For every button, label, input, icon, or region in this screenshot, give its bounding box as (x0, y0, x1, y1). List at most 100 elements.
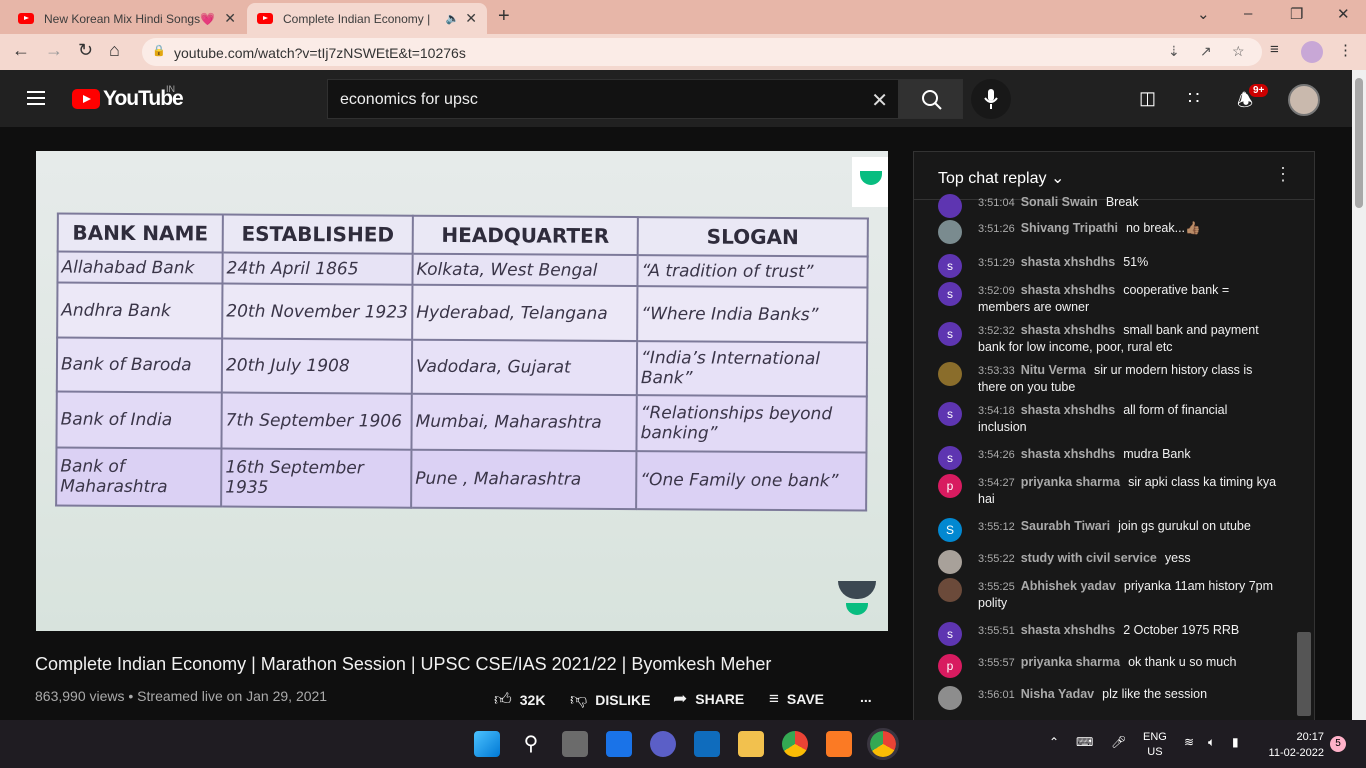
share-button[interactable]: ➦ SHARE (673, 689, 744, 709)
page-scrollbar[interactable] (1352, 70, 1366, 720)
chat-author[interactable]: shasta xhshdhs (1021, 447, 1115, 461)
like-button[interactable]: 👍︎ 32K (494, 689, 545, 710)
chat-message[interactable]: 3:55:25 Abhishek yadav priyanka 11am histo… (938, 578, 1278, 611)
widgets-icon[interactable] (606, 731, 632, 757)
file-explorer-icon[interactable] (738, 731, 764, 757)
dislike-button[interactable]: 👎︎ DISLIKE (570, 689, 651, 710)
chat-avatar[interactable] (938, 194, 962, 218)
url-text[interactable]: youtube.com/watch?v=tIj7zNSWEtE&t=10276s (174, 45, 466, 61)
chat-message[interactable]: s 3:52:32 shasta xhshdhs small bank and pay… (938, 322, 1278, 355)
back-icon[interactable]: ← (12, 40, 30, 61)
chat-message[interactable]: s 3:54:18 shasta xhshdhs all form of financ… (938, 402, 1278, 435)
chat-message[interactable]: s 3:54:26 shasta xhshdhs mudra Bank (938, 446, 1278, 470)
search-icon[interactable]: ⚲ (518, 731, 544, 757)
chat-author[interactable]: Sonali Swain (1021, 195, 1098, 209)
language-indicator[interactable]: ENG US (1143, 730, 1167, 760)
chat-author[interactable]: Nisha Yadav (1021, 687, 1094, 701)
tray-overflow-icon[interactable]: ⌃ (1049, 735, 1059, 749)
chat-avatar[interactable]: s (938, 622, 962, 646)
chat-author[interactable]: study with civil service (1021, 551, 1157, 565)
menu-icon[interactable] (27, 91, 45, 109)
chat-avatar[interactable]: s (938, 282, 962, 306)
address-bar[interactable]: 🔒 youtube.com/watch?v=tIj7zNSWEtE&t=1027… (142, 38, 1262, 66)
close-tab-icon[interactable]: ✕ (465, 10, 477, 27)
chat-message[interactable]: p 3:54:27 priyanka sharma sir apki class ka… (938, 474, 1278, 507)
search-query[interactable]: economics for upsc (340, 91, 478, 109)
youtube-logo-icon[interactable] (72, 89, 100, 109)
voice-search-button[interactable] (971, 79, 1011, 119)
chat-message[interactable]: S 3:55:12 Saurabh Tiwari join gs gurukul on… (938, 518, 1278, 542)
chat-author[interactable]: shasta xhshdhs (1021, 623, 1115, 637)
bookmark-star-icon[interactable]: ☆ (1232, 43, 1245, 60)
chrome-menu-icon[interactable]: ⋮ (1338, 41, 1353, 59)
search-button[interactable] (899, 79, 963, 119)
notification-count-badge[interactable]: 5 (1330, 736, 1346, 752)
more-actions-button[interactable]: ... (860, 689, 872, 705)
forward-icon[interactable]: → (45, 40, 63, 61)
start-menu-icon[interactable] (474, 731, 500, 757)
volume-icon[interactable]: 🔈︎ (1208, 735, 1215, 750)
keyboard-icon[interactable]: ⌨ (1076, 735, 1093, 749)
chat-avatar[interactable] (938, 220, 962, 244)
minimize-icon[interactable]: – (1244, 5, 1252, 22)
chrome-active-icon[interactable] (867, 728, 899, 760)
chat-mode-dropdown[interactable]: Top chat replay ⌄ (938, 168, 1064, 188)
chat-avatar[interactable]: s (938, 446, 962, 470)
chat-avatar[interactable]: S (938, 518, 962, 542)
reload-icon[interactable]: ↻ (78, 40, 93, 61)
profile-avatar[interactable] (1301, 41, 1323, 63)
chat-author[interactable]: Saurabh Tiwari (1021, 519, 1110, 533)
apps-grid-icon[interactable]: ∷ (1188, 88, 1199, 109)
home-icon[interactable]: ⌂ (109, 40, 120, 61)
new-tab-button[interactable]: + (498, 5, 510, 28)
mail-icon[interactable] (694, 731, 720, 757)
chat-message[interactable]: s 3:51:29 shasta xhshdhs 51% (938, 254, 1278, 278)
create-video-icon[interactable]: ◫ (1139, 88, 1156, 109)
chat-avatar[interactable]: s (938, 254, 962, 278)
share-page-icon[interactable]: ↗ (1200, 43, 1212, 60)
battery-icon[interactable]: ▮ (1232, 735, 1239, 749)
chat-avatar[interactable] (938, 686, 962, 710)
search-input[interactable]: economics for upsc ✕ (327, 79, 899, 119)
close-window-icon[interactable]: ✕ (1337, 5, 1350, 23)
chat-avatar[interactable]: s (938, 322, 962, 346)
chat-author[interactable]: shasta xhshdhs (1021, 403, 1115, 417)
account-avatar[interactable] (1288, 84, 1320, 116)
chat-avatar[interactable] (938, 578, 962, 602)
chat-avatar[interactable]: p (938, 654, 962, 678)
video-player[interactable]: BANK NAME ESTABLISHED HEADQUARTER SLOGAN… (36, 151, 888, 631)
chat-message[interactable]: 3:56:01 Nisha Yadav plz like the session (938, 686, 1278, 710)
chat-author[interactable]: Abhishek yadav (1021, 579, 1116, 593)
clear-search-icon[interactable]: ✕ (871, 88, 888, 113)
chat-author[interactable]: Shivang Tripathi (1021, 221, 1118, 235)
chat-avatar[interactable]: p (938, 474, 962, 498)
media-control-icon[interactable]: ≡ (1270, 41, 1279, 58)
install-icon[interactable]: ⇣ (1168, 43, 1180, 60)
chat-message[interactable]: 3:53:33 Nitu Verma sir ur modern history c… (938, 362, 1278, 395)
chat-scrollbar-thumb[interactable] (1297, 632, 1311, 716)
save-button[interactable]: ≡ SAVE (769, 689, 824, 709)
teams-chat-icon[interactable] (650, 731, 676, 757)
browser-tab[interactable]: New Korean Mix Hindi Songs💗 ✕ (8, 3, 246, 34)
tab-search-icon[interactable]: ⌄ (1197, 5, 1210, 23)
lock-icon[interactable]: 🔒 (152, 44, 166, 57)
chat-author[interactable]: priyanka sharma (1021, 475, 1120, 489)
chat-author[interactable]: shasta xhshdhs (1021, 283, 1115, 297)
chat-author[interactable]: priyanka sharma (1021, 655, 1120, 669)
chrome-icon[interactable] (782, 731, 808, 757)
chat-author[interactable]: shasta xhshdhs (1021, 255, 1115, 269)
chat-message[interactable]: s 3:55:51 shasta xhshdhs 2 October 1975 RRB (938, 622, 1278, 646)
scrollbar-thumb[interactable] (1355, 78, 1363, 208)
xampp-icon[interactable] (826, 731, 852, 757)
maximize-icon[interactable]: ❐ (1290, 5, 1303, 23)
speaker-icon[interactable]: 🔈 (446, 12, 460, 25)
browser-tab-active[interactable]: Complete Indian Economy | 🔈 ✕ (247, 3, 487, 34)
chat-avatar[interactable] (938, 550, 962, 574)
chat-message[interactable]: p 3:55:57 priyanka sharma ok thank u so muc… (938, 654, 1278, 678)
task-view-icon[interactable] (562, 731, 588, 757)
chat-more-icon[interactable]: ⋮ (1274, 164, 1292, 185)
chat-message[interactable]: 3:51:04 Sonali Swain Break (938, 194, 1278, 218)
chat-author[interactable]: Nitu Verma (1021, 363, 1086, 377)
chat-author[interactable]: shasta xhshdhs (1021, 323, 1115, 337)
system-clock[interactable]: 20:17 11-02-2022 (1260, 729, 1324, 761)
